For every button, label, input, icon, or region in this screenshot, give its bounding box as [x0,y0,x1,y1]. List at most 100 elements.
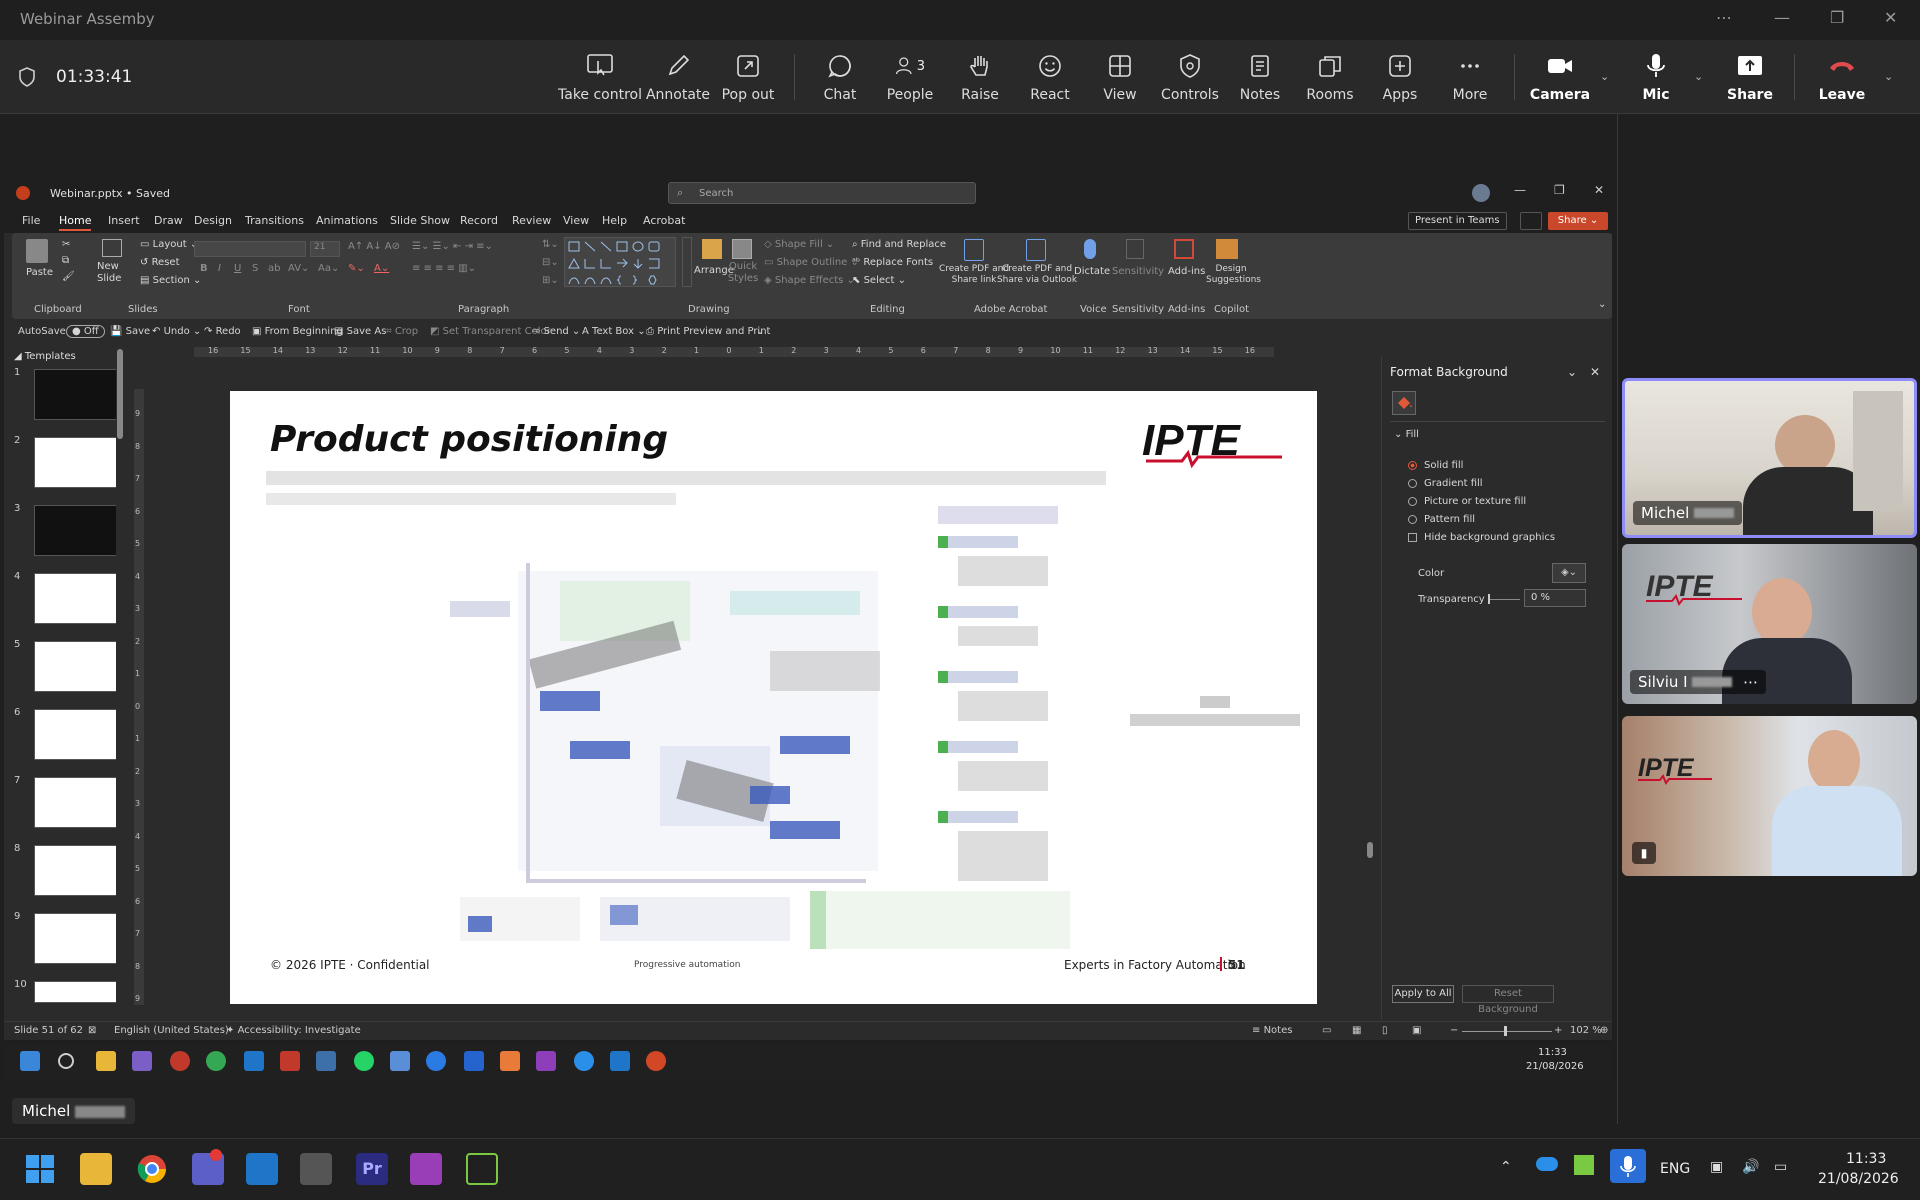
clock-time[interactable]: 11:33 [1846,1151,1886,1167]
bullets-icon[interactable]: ☰⌄ ☰⌄ ⇤ ⇥ ≡⌄ [412,241,493,252]
thumbnail-scrollbar[interactable] [116,343,124,1015]
cut-icon[interactable]: ✂ [62,239,70,250]
accessibility-status[interactable]: ✦ Accessibility: Investigate [226,1025,361,1036]
pane-options-icon[interactable]: ⌄ [1567,365,1577,379]
bold-icon[interactable]: B [200,263,208,274]
tab-review[interactable]: Review [512,214,551,227]
shared-onedrive-icon[interactable] [574,1051,594,1071]
snipping-tool-icon[interactable] [466,1153,498,1185]
dictate-icon[interactable] [1084,239,1096,259]
reset-button[interactable]: ↺ Reset [140,257,180,268]
zoom-level[interactable]: 102 % [1570,1025,1602,1036]
tab-design[interactable]: Design [194,214,232,227]
slideshow-view-icon[interactable]: ▣ [1412,1025,1421,1036]
from-beginning-button[interactable]: ▣ From Beginning [252,326,343,337]
solid-fill-radio[interactable] [1408,461,1417,470]
shared-explorer-icon[interactable] [96,1051,116,1071]
shared-3cx-icon[interactable] [316,1051,336,1071]
slide-thumbnail[interactable] [34,845,124,896]
tab-transitions[interactable]: Transitions [245,214,304,227]
hide-background-label[interactable]: Hide background graphics [1424,532,1555,543]
picture-fill-label[interactable]: Picture or texture fill [1424,496,1526,507]
color-picker-button[interactable]: ◈⌄ [1552,563,1586,583]
increase-font-icon[interactable]: A↑ A↓ A⊘ [348,241,400,252]
raise-hand-button[interactable]: Raise [944,40,1016,114]
video-tile-michel[interactable]: Michel [1622,378,1917,538]
format-painter-icon[interactable]: 🖌 [62,271,75,282]
notes-button[interactable]: Notes [1224,40,1296,114]
video-tile-third[interactable]: IPTE ▮ [1622,716,1917,876]
italic-icon[interactable]: I [218,263,221,274]
apps-button[interactable]: Apps [1364,40,1436,114]
file-name[interactable]: Webinar.pptx • Saved [50,187,170,200]
shared-teams-icon[interactable] [132,1051,152,1071]
pop-out-button[interactable]: Pop out [712,40,784,114]
select-button[interactable]: ⬉ Select ⌄ [852,275,906,286]
more-options-icon[interactable]: ⋯ [1716,8,1732,27]
zoom-slider[interactable] [1462,1031,1552,1032]
shared-app3-icon[interactable] [390,1051,410,1071]
align-text-icon[interactable]: ⊟⌄ [542,257,559,268]
slide-thumbnail[interactable] [34,709,124,760]
send-button[interactable]: ⇨ Send ⌄ [532,326,580,337]
fit-slide-icon[interactable]: ⊕ [1600,1025,1608,1036]
create-pdf-outlook-label[interactable]: Create PDF and Share via Outlook [994,264,1080,286]
maximize-icon[interactable]: ❐ [1830,8,1844,27]
view-button[interactable]: View [1084,40,1156,114]
shared-chrome-icon[interactable] [206,1051,226,1071]
shapes-more-icon[interactable] [682,237,692,287]
transparency-slider[interactable] [1488,599,1520,600]
more-button[interactable]: More [1434,40,1506,114]
replace-fonts-button[interactable]: ᵃᵇ Replace Fonts [852,257,933,268]
camera-options-icon[interactable]: ⌄ [1600,70,1609,83]
paste-icon[interactable] [26,239,48,263]
onenote-icon[interactable] [410,1153,442,1185]
section-button[interactable]: ▤ Section ⌄ [140,275,201,286]
clock-date[interactable]: 21/08/2026 [1818,1171,1899,1187]
fill-section-header[interactable]: ⌄ Fill [1394,429,1419,440]
shadow-icon[interactable]: S [252,263,258,274]
quick-styles-label[interactable]: Quick Styles [726,261,760,285]
find-replace-button[interactable]: ⌕ Find and Replace [852,239,946,250]
fill-bucket-icon[interactable] [1392,391,1416,415]
tab-animations[interactable]: Animations [316,214,378,227]
shared-start-icon[interactable] [20,1051,40,1071]
shape-effects-button[interactable]: ◈ Shape Effects ⌄ [764,275,855,286]
slide-scrollbar[interactable] [1366,358,1374,1004]
slide-thumbnail[interactable] [34,913,124,964]
zoom-out-icon[interactable]: − [1450,1025,1458,1036]
minimize-icon[interactable]: — [1774,8,1790,27]
premiere-icon[interactable]: Pr [356,1153,388,1185]
comments-button[interactable] [1520,212,1542,230]
shared-search-icon[interactable] [58,1053,74,1069]
chat-button[interactable]: Chat [804,40,876,114]
shared-1password-icon[interactable] [426,1051,446,1071]
section-templates[interactable]: ◢ Templates [14,351,76,362]
font-name-box[interactable] [194,241,306,257]
mic-options-icon[interactable]: ⌄ [1694,70,1703,83]
ribbon-collapse-icon[interactable]: ⌄ [1598,299,1606,310]
zoom-slider-thumb[interactable] [1504,1026,1507,1036]
normal-view-icon[interactable]: ▭ [1322,1025,1331,1036]
shared-onenote-icon[interactable] [536,1051,556,1071]
arrange-icon[interactable] [702,239,722,259]
outlook-icon[interactable] [246,1153,278,1185]
ppt-minimize-icon[interactable]: — [1514,183,1526,197]
close-icon[interactable]: ✕ [1884,8,1897,27]
smartart-icon[interactable]: ⊞⌄ [542,275,559,286]
shared-whatsapp-icon[interactable] [354,1051,374,1071]
volume-icon[interactable]: 🔊 [1742,1159,1759,1175]
char-spacing-icon[interactable]: AV⌄ [288,263,309,274]
hide-background-checkbox[interactable] [1408,533,1417,542]
reading-view-icon[interactable]: ▯ [1382,1025,1388,1036]
language-status[interactable]: English (United States) [114,1025,229,1036]
highlight-icon[interactable]: ✎⌄ [348,263,365,274]
autosave-toggle[interactable]: ● Off [66,325,105,338]
onedrive-tray-icon[interactable] [1536,1157,1558,1171]
gradient-fill-radio[interactable] [1408,479,1417,488]
language-indicator[interactable]: ENG [1660,1161,1690,1177]
shared-app-icon[interactable] [170,1051,190,1071]
align-icons[interactable]: ≡ ≡ ≡ ≡ ▥⌄ [412,263,476,274]
text-box-button[interactable]: A Text Box ⌄ [582,326,646,337]
mic-button[interactable]: Mic [1620,40,1692,114]
